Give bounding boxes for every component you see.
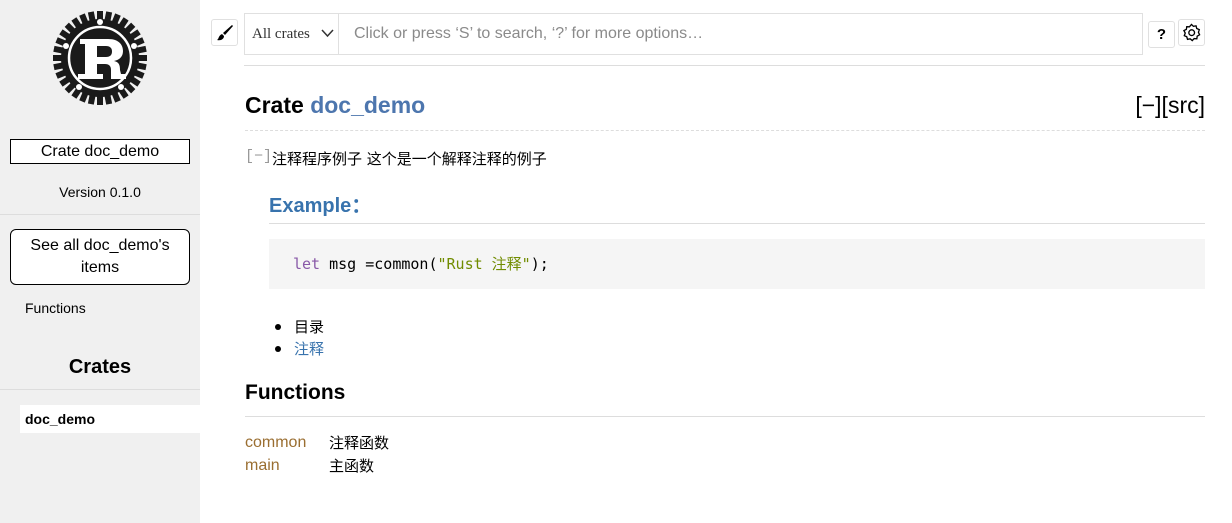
search-bar: All crates [244, 13, 1143, 55]
chevron-down-icon [321, 29, 334, 38]
function-link-common[interactable]: common [245, 432, 306, 454]
functions-heading[interactable]: Functions [245, 381, 345, 405]
sidebar-crate-doc-demo[interactable]: doc_demo [20, 405, 200, 433]
gear-icon [1182, 23, 1201, 42]
help-button[interactable]: ? [1148, 21, 1175, 48]
crate-name-link[interactable]: doc_demo [310, 92, 425, 118]
title-prefix: Crate [245, 92, 311, 118]
function-description: 主函数 [329, 457, 375, 475]
toc-list: 目录 注释 [274, 316, 325, 360]
paintbrush-icon [216, 24, 233, 40]
example-divider [269, 223, 1205, 224]
example-heading[interactable]: Example： [269, 189, 371, 218]
crate-filter-value: All crates [252, 26, 310, 42]
sidebar: Crate doc_demo Version 0.1.0 See all doc… [0, 0, 200, 523]
code-text: msg =common( [320, 255, 438, 273]
crates-heading: Crates [68, 356, 132, 378]
code-block: let msg =common("Rust 注释"); [269, 239, 1205, 289]
see-all-items-button[interactable]: See all doc_demo's items [10, 229, 190, 285]
crate-version: Version 0.1.0 [59, 184, 141, 200]
crate-title-box[interactable]: Crate doc_demo [10, 139, 190, 164]
list-item: 目录 [274, 318, 325, 336]
rust-gear-logo-icon[interactable] [50, 8, 150, 108]
title-divider [245, 130, 1205, 131]
code-end: ); [530, 255, 549, 273]
theme-picker-button[interactable] [211, 19, 238, 46]
collapse-and-src-links[interactable]: [−][src] [1135, 92, 1205, 119]
search-input[interactable] [340, 14, 1142, 54]
crate-filter-select[interactable]: All crates [245, 14, 339, 54]
list-item-link[interactable]: 注释 [274, 338, 324, 360]
function-link-main[interactable]: main [245, 455, 280, 477]
sidebar-divider [0, 389, 200, 390]
sidebar-item-functions[interactable]: Functions [25, 300, 86, 316]
sidebar-divider [0, 214, 200, 215]
settings-button[interactable] [1178, 19, 1205, 46]
code-keyword: let [293, 255, 321, 273]
page-title: Crate doc_demo [245, 92, 425, 119]
function-description: 注释函数 [329, 434, 390, 452]
code-string: "Rust 注释" [437, 255, 531, 273]
crate-description: 注释程序例子 这个是一个解释注释的例子 [272, 150, 547, 168]
functions-divider [245, 416, 1205, 417]
collapse-toggle[interactable]: [−] [245, 148, 272, 165]
header-divider [244, 65, 1205, 66]
